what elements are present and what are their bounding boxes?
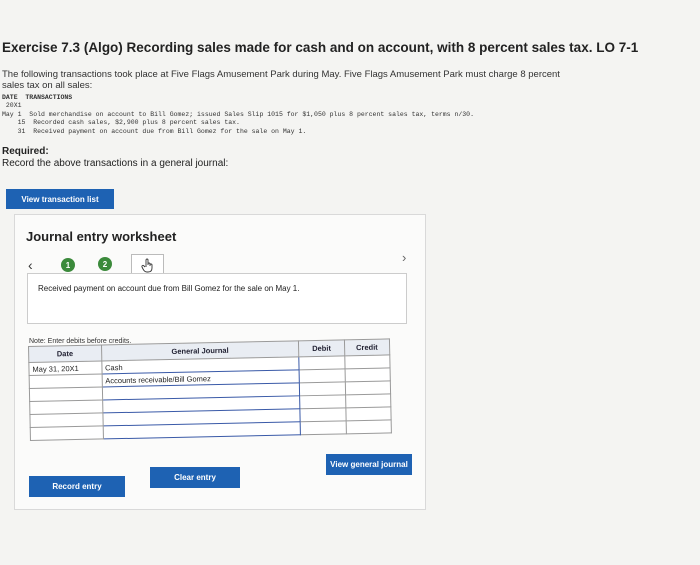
debit-cell[interactable] — [300, 407, 346, 422]
worksheet-title: Journal entry worksheet — [26, 229, 177, 244]
credit-cell[interactable] — [344, 367, 391, 382]
debit-cell[interactable] — [299, 355, 345, 370]
view-transaction-list-button[interactable]: View transaction list — [6, 189, 114, 209]
debit-cell[interactable] — [299, 394, 346, 409]
chevron-right-icon[interactable]: › — [402, 250, 406, 265]
journal-table: Date General Journal Debit Credit May 31… — [28, 338, 392, 441]
hand-pointer-icon — [140, 258, 152, 273]
date-cell[interactable] — [30, 425, 104, 441]
debit-cell[interactable] — [299, 368, 345, 383]
transaction-line: 15 Recorded cash sales, $2,900 plus 8 pe… — [2, 119, 240, 127]
journal-grid: Date General Journal Debit Credit May 31… — [28, 338, 394, 468]
transaction-line: May 1 Sold merchandise on account to Bil… — [2, 110, 474, 118]
exercise-title: Exercise 7.3 (Algo) Recording sales made… — [2, 40, 639, 55]
step-2-button[interactable]: 2 — [98, 257, 112, 271]
entry-description: Received payment on account due from Bil… — [38, 284, 300, 293]
credit-cell[interactable] — [345, 393, 391, 408]
required-label: Required: — [2, 146, 49, 157]
account-cell[interactable] — [102, 421, 301, 439]
credit-cell[interactable] — [344, 380, 391, 395]
credit-column-header: Credit — [344, 338, 390, 356]
transaction-line: 31 Received payment on account due from … — [2, 127, 307, 135]
transactions-year: 20X1 — [2, 102, 22, 110]
debit-column-header: Debit — [298, 339, 345, 357]
record-entry-button[interactable]: Record entry — [29, 476, 125, 497]
debit-cell[interactable] — [299, 381, 346, 396]
view-general-journal-button[interactable]: View general journal — [326, 454, 412, 475]
transactions-list: DATE TRANSACTIONS 20X1 May 1 Sold mercha… — [2, 94, 474, 136]
step-1-button[interactable]: 1 — [61, 258, 75, 272]
chevron-left-icon[interactable]: ‹ — [28, 257, 33, 273]
debit-cell[interactable] — [300, 420, 347, 435]
entry-description-box — [27, 273, 407, 324]
credit-cell[interactable] — [344, 354, 391, 369]
required-text: Record the above transactions in a gener… — [2, 157, 229, 169]
credit-cell[interactable] — [345, 419, 392, 434]
clear-entry-button[interactable]: Clear entry — [150, 467, 240, 488]
credit-cell[interactable] — [345, 406, 392, 421]
date-column-header: Date — [28, 344, 102, 363]
exercise-intro: The following transactions took place at… — [2, 69, 560, 91]
required-section: Required: Record the above transactions … — [2, 146, 228, 169]
transactions-header: DATE TRANSACTIONS — [2, 94, 73, 101]
